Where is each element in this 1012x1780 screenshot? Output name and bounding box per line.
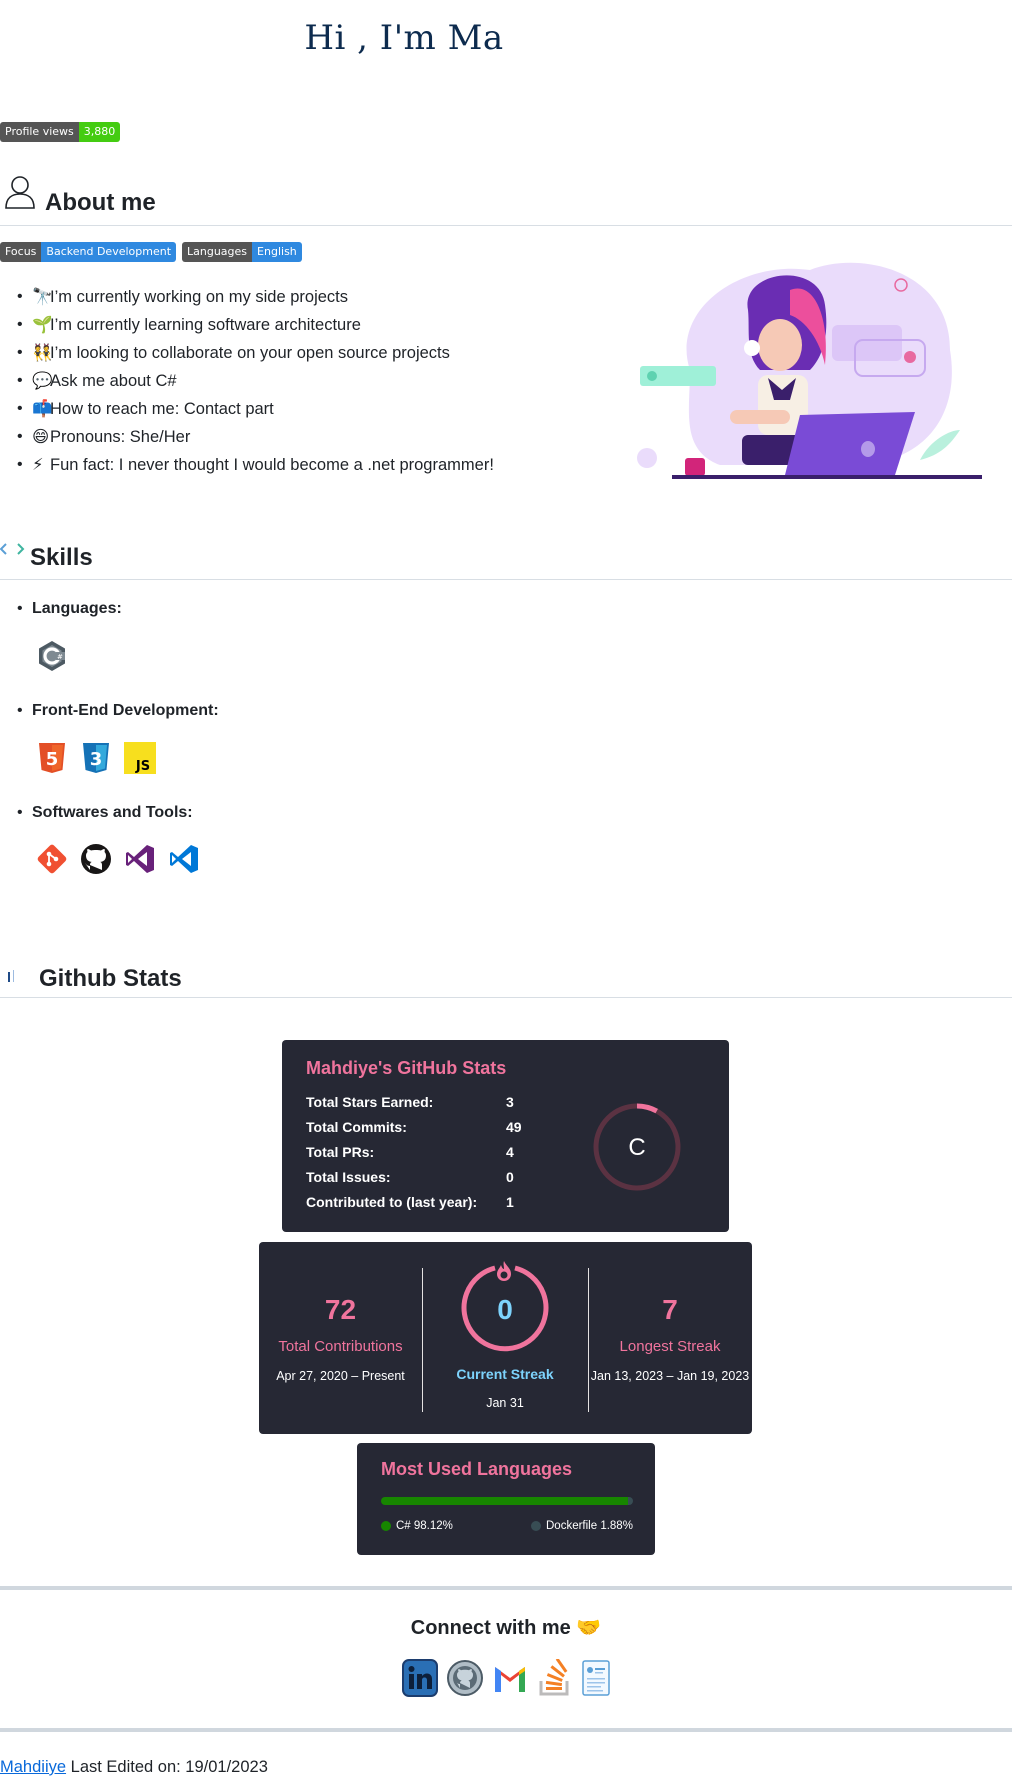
skills-heading: Skills xyxy=(0,540,1012,580)
person-icon xyxy=(5,176,35,209)
language-bar-segment xyxy=(628,1497,633,1505)
language-bar-segment xyxy=(381,1497,629,1505)
language-bar xyxy=(381,1497,633,1505)
vscode-icon[interactable] xyxy=(168,843,200,875)
stat-value: 3 xyxy=(506,1094,514,1110)
card-title: Most Used Languages xyxy=(381,1459,573,1479)
mailbox-icon: 📫 xyxy=(32,400,53,418)
connect-heading: Connect with me 🤝 xyxy=(410,1617,602,1639)
stat-value: 4 xyxy=(506,1144,514,1160)
author-link[interactable]: Mahdiiye xyxy=(0,1758,66,1776)
list-item: 🌱I’m currently learning software archite… xyxy=(17,311,494,339)
smile-icon: 😄 xyxy=(32,428,50,446)
people-icon: 👯 xyxy=(32,344,53,362)
streak-card[interactable]: 72 Total Contributions Apr 27, 2020 – Pr… xyxy=(259,1242,752,1434)
legend-dot xyxy=(381,1521,391,1531)
svg-text:5: 5 xyxy=(46,749,59,770)
list-item: 📫How to reach me: Contact part xyxy=(17,395,494,423)
section-title: About me xyxy=(45,189,156,216)
list-item: ⚡Fun fact: I never thought I would becom… xyxy=(17,451,494,479)
resume-icon[interactable] xyxy=(580,1659,612,1697)
badge-value: 3,880 xyxy=(78,122,121,142)
footer: Mahdiiye Last Edited on: 19/01/2023 xyxy=(0,1758,268,1777)
profile-views-badge[interactable]: Profile views 3,880 xyxy=(0,122,121,142)
svg-text:#: # xyxy=(57,653,63,661)
javascript-icon[interactable]: JS xyxy=(124,742,156,774)
stat-label: Total Issues: xyxy=(306,1169,391,1185)
date-range: Jan 31 xyxy=(486,1396,524,1410)
tool-icons xyxy=(36,843,200,875)
section-title: Github Stats xyxy=(39,965,182,992)
list-item: 💬Ask me about C# xyxy=(17,367,494,395)
stackoverflow-icon[interactable] xyxy=(536,1659,572,1697)
html5-icon[interactable]: 5 xyxy=(36,742,68,774)
stat-value: 72 xyxy=(324,1294,357,1325)
language-legend-item: C# 98.12% xyxy=(381,1520,453,1532)
skills-frontend-label: Front-End Development: xyxy=(17,702,219,720)
page-title: Hi , I'm Ma xyxy=(304,18,504,58)
language-legend-item: Dockerfile 1.88% xyxy=(531,1520,633,1532)
stat-label: Total Stars Earned: xyxy=(306,1094,434,1110)
badge-label: Profile views xyxy=(0,122,79,142)
csharp-icon[interactable]: # xyxy=(36,640,68,672)
stat-value: 1 xyxy=(506,1194,514,1210)
rank-letter: C xyxy=(628,1134,645,1161)
divider xyxy=(0,1728,1012,1732)
github-icon[interactable] xyxy=(446,1659,484,1697)
focus-badge[interactable]: Focus Backend Development xyxy=(0,242,177,262)
stat-label: Total Contributions xyxy=(278,1338,403,1355)
frontend-icons: 5 3 JS xyxy=(36,742,156,774)
section-title: Skills xyxy=(30,544,93,571)
date-range: Apr 27, 2020 – Present xyxy=(276,1369,405,1383)
stat-label: Longest Streak xyxy=(619,1338,721,1355)
telescope-icon: 🔭 xyxy=(32,288,53,306)
card-title: Mahdiye's GitHub Stats xyxy=(306,1058,507,1078)
rank-ring: C xyxy=(593,1103,681,1191)
date-range: Jan 13, 2023 – Jan 19, 2023 xyxy=(590,1369,750,1383)
stat-label: Total PRs: xyxy=(306,1144,375,1160)
stat-value: 7 xyxy=(662,1294,678,1325)
seedling-icon: 🌱 xyxy=(32,316,53,334)
code-brackets-icon xyxy=(0,543,25,555)
list-item: 🔭I’m currently working on my side projec… xyxy=(17,283,494,311)
languages-badge[interactable]: Languages English xyxy=(182,242,302,262)
about-heading: About me xyxy=(0,172,1012,226)
svg-text:JS: JS xyxy=(135,759,150,774)
stats-bar-icon xyxy=(8,970,14,982)
last-edited: Last Edited on: 19/01/2023 xyxy=(70,1758,268,1776)
git-icon[interactable] xyxy=(36,843,68,875)
gmail-icon[interactable] xyxy=(492,1659,528,1697)
girl-laptop-illustration xyxy=(637,262,982,479)
speech-bubble-icon: 💬 xyxy=(32,372,53,390)
divider xyxy=(0,1586,1012,1590)
skills-tools-label: Softwares and Tools: xyxy=(17,804,193,822)
stat-label: Contributed to (last year): xyxy=(306,1194,478,1210)
about-badges: Focus Backend Development Languages Englis… xyxy=(0,242,302,262)
language-icons: # xyxy=(36,640,68,672)
linkedin-icon[interactable] xyxy=(402,1659,438,1697)
about-list: 🔭I’m currently working on my side projec… xyxy=(17,283,494,479)
connect-icons xyxy=(402,1659,612,1697)
list-item: 👯I’m looking to collaborate on your open… xyxy=(17,339,494,367)
stat-label: Current Streak xyxy=(456,1366,554,1382)
css3-icon[interactable]: 3 xyxy=(80,742,112,774)
current-streak: 0 Current Streak Jan 31 xyxy=(422,1242,588,1434)
lightning-icon: ⚡ xyxy=(32,456,44,474)
visual-studio-icon[interactable] xyxy=(124,843,156,875)
svg-text:3: 3 xyxy=(90,749,103,770)
stat-label: Total Commits: xyxy=(306,1119,407,1135)
stat-value: 0 xyxy=(497,1294,513,1325)
list-item: 😄Pronouns: She/Her xyxy=(17,423,494,451)
stat-value: 0 xyxy=(506,1169,514,1185)
top-languages-card[interactable]: Most Used Languages C# 98.12% Dockerfile… xyxy=(357,1443,655,1555)
legend-dot xyxy=(531,1521,541,1531)
total-contributions: 72 Total Contributions Apr 27, 2020 – Pr… xyxy=(259,1242,422,1434)
github-stats-heading: Github Stats xyxy=(0,960,1012,998)
longest-streak: 7 Longest Streak Jan 13, 2023 – Jan 19, … xyxy=(588,1242,752,1434)
fire-icon xyxy=(497,1261,511,1281)
github-icon[interactable] xyxy=(80,843,112,875)
stat-value: 49 xyxy=(506,1119,522,1135)
github-stats-card[interactable]: Mahdiye's GitHub Stats Total Stars Earne… xyxy=(282,1040,729,1232)
skills-languages-label: Languages: xyxy=(17,600,122,618)
